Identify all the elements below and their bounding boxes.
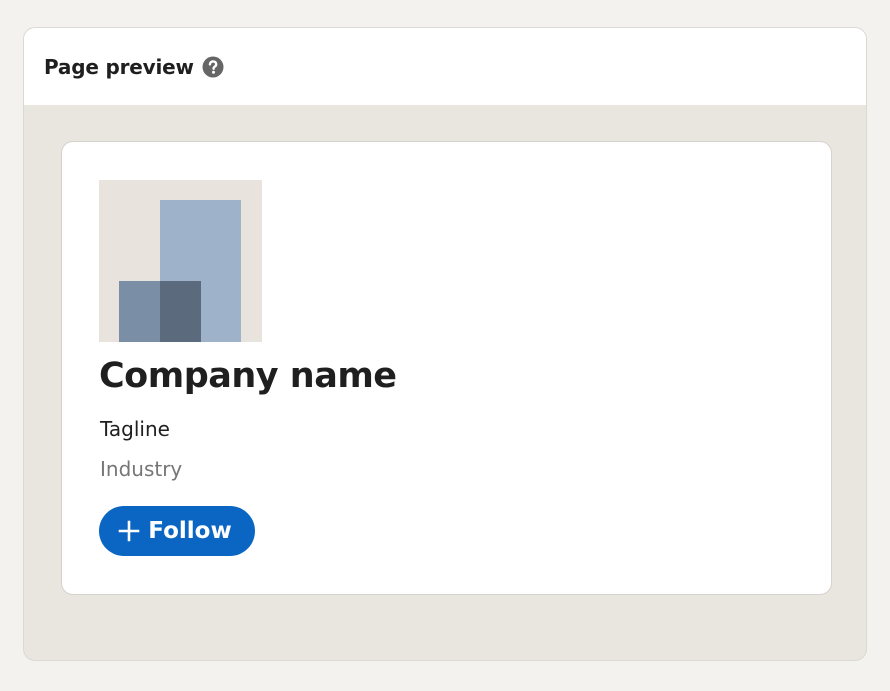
plus-icon bbox=[118, 520, 140, 542]
follow-button[interactable]: Follow bbox=[99, 506, 255, 556]
page-preview-panel: Page preview Company name Tagline Indust… bbox=[23, 27, 867, 661]
panel-title: Page preview bbox=[44, 54, 194, 79]
panel-header: Page preview bbox=[24, 28, 866, 105]
company-name: Company name bbox=[99, 356, 397, 396]
company-preview-card: Company name Tagline Industry Follow bbox=[61, 141, 832, 595]
question-circle-icon[interactable] bbox=[202, 56, 224, 78]
company-tagline: Tagline bbox=[100, 417, 170, 441]
company-placeholder-logo-icon bbox=[99, 180, 262, 342]
follow-button-label: Follow bbox=[148, 518, 232, 544]
company-industry: Industry bbox=[100, 457, 183, 481]
